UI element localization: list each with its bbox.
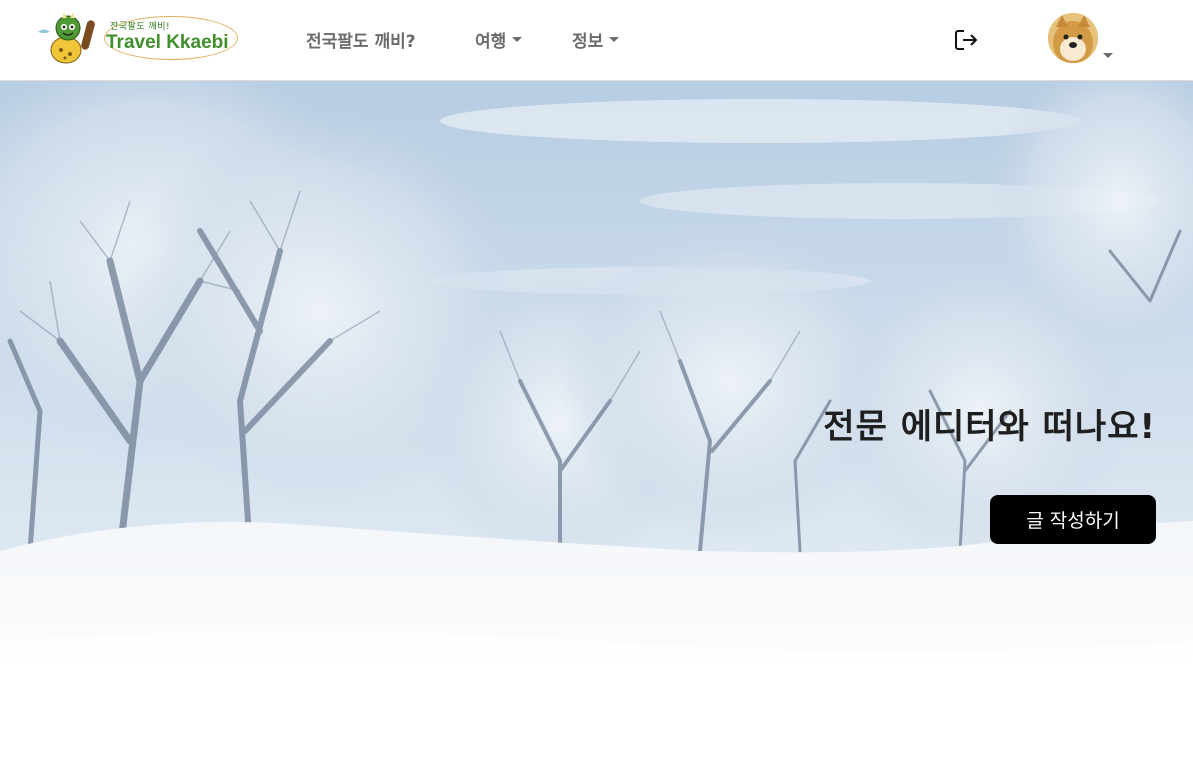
user-menu-toggle[interactable]: [1048, 13, 1114, 63]
caret-down-icon: [512, 37, 523, 42]
hero-banner: 전문 에디터와 떠나요! 글 작성하기: [0, 81, 1193, 728]
nav-info-label: 정보: [572, 32, 604, 52]
dog-avatar-icon: [1048, 13, 1098, 63]
brand-tagline: 전국팔도 깨비!: [110, 22, 171, 32]
avatar: [1048, 13, 1098, 63]
logout-icon: [955, 30, 978, 50]
nav-about[interactable]: 전국팔도 깨비?: [306, 27, 416, 52]
hero-title: 전문 에디터와 떠나요!: [823, 407, 1156, 447]
nav-about-label: 전국팔도 깨비?: [306, 32, 416, 52]
chevron-down-icon: [1103, 53, 1113, 58]
logout-button[interactable]: [954, 28, 980, 52]
nav-travel-label: 여행: [475, 32, 507, 52]
nav-travel-dropdown[interactable]: 여행: [475, 27, 523, 52]
nav-info-dropdown[interactable]: 정보: [572, 27, 620, 52]
write-post-button[interactable]: 글 작성하기: [990, 495, 1156, 544]
page-bottom-area: [0, 728, 1193, 768]
goblin-mascot-icon: [38, 12, 95, 64]
brand-logo-link[interactable]: 전국팔도 깨비! Travel Kkaebi: [36, 10, 242, 64]
top-navbar: 전국팔도 깨비! Travel Kkaebi 전국팔도 깨비? 여행 정보: [0, 0, 1193, 81]
caret-down-icon: [609, 37, 620, 42]
brand-name: Travel Kkaebi: [106, 32, 229, 53]
